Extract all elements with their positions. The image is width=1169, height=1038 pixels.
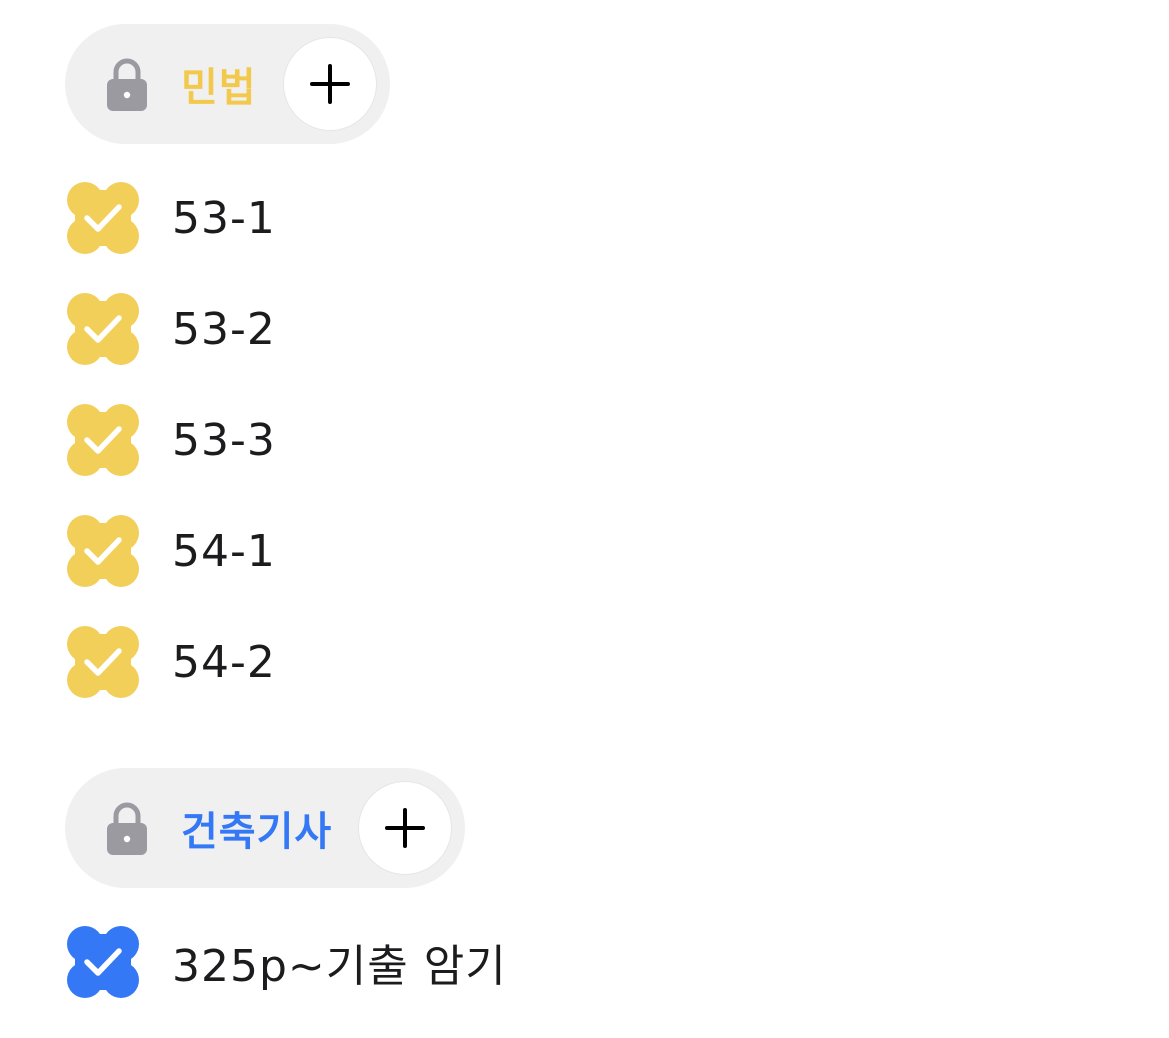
- todo-text[interactable]: 54-2: [172, 637, 276, 688]
- checkbox-checked[interactable]: [65, 291, 141, 367]
- add-todo-button[interactable]: [358, 781, 453, 875]
- lock-icon: [105, 56, 149, 112]
- todo-text[interactable]: 54-1: [172, 526, 276, 577]
- category-name: 건축기사: [181, 809, 333, 855]
- todo-item: 54-1: [65, 513, 276, 589]
- add-todo-button[interactable]: [282, 37, 377, 131]
- category-header-civil-law[interactable]: 민법: [65, 24, 390, 144]
- checkbox-checked[interactable]: [65, 180, 141, 256]
- checkbox-checked[interactable]: [65, 402, 141, 478]
- lock-icon: [105, 800, 149, 856]
- category-name: 민법: [181, 65, 257, 111]
- todo-item: 54-2: [65, 624, 276, 700]
- todo-text[interactable]: 325p~기출 암기: [172, 930, 507, 994]
- checkbox-checked[interactable]: [65, 513, 141, 589]
- category-header-architecture[interactable]: 건축기사: [65, 768, 466, 888]
- todo-text[interactable]: 53-2: [172, 304, 276, 355]
- todo-item: 53-1: [65, 180, 276, 256]
- plus-icon: [385, 808, 426, 848]
- checkbox-checked[interactable]: [65, 924, 141, 1000]
- checkbox-checked[interactable]: [65, 624, 141, 700]
- todo-item: 53-2: [65, 291, 276, 367]
- todo-item: 325p~기출 암기: [65, 924, 507, 1000]
- todo-item: 53-3: [65, 402, 276, 478]
- plus-icon: [309, 64, 350, 104]
- todo-list-page: 민법 53-1 53-2 53-3 54-1 54-2 건축기사 325p~기출…: [0, 0, 1169, 1038]
- todo-text[interactable]: 53-3: [172, 415, 276, 466]
- todo-text[interactable]: 53-1: [172, 193, 276, 244]
